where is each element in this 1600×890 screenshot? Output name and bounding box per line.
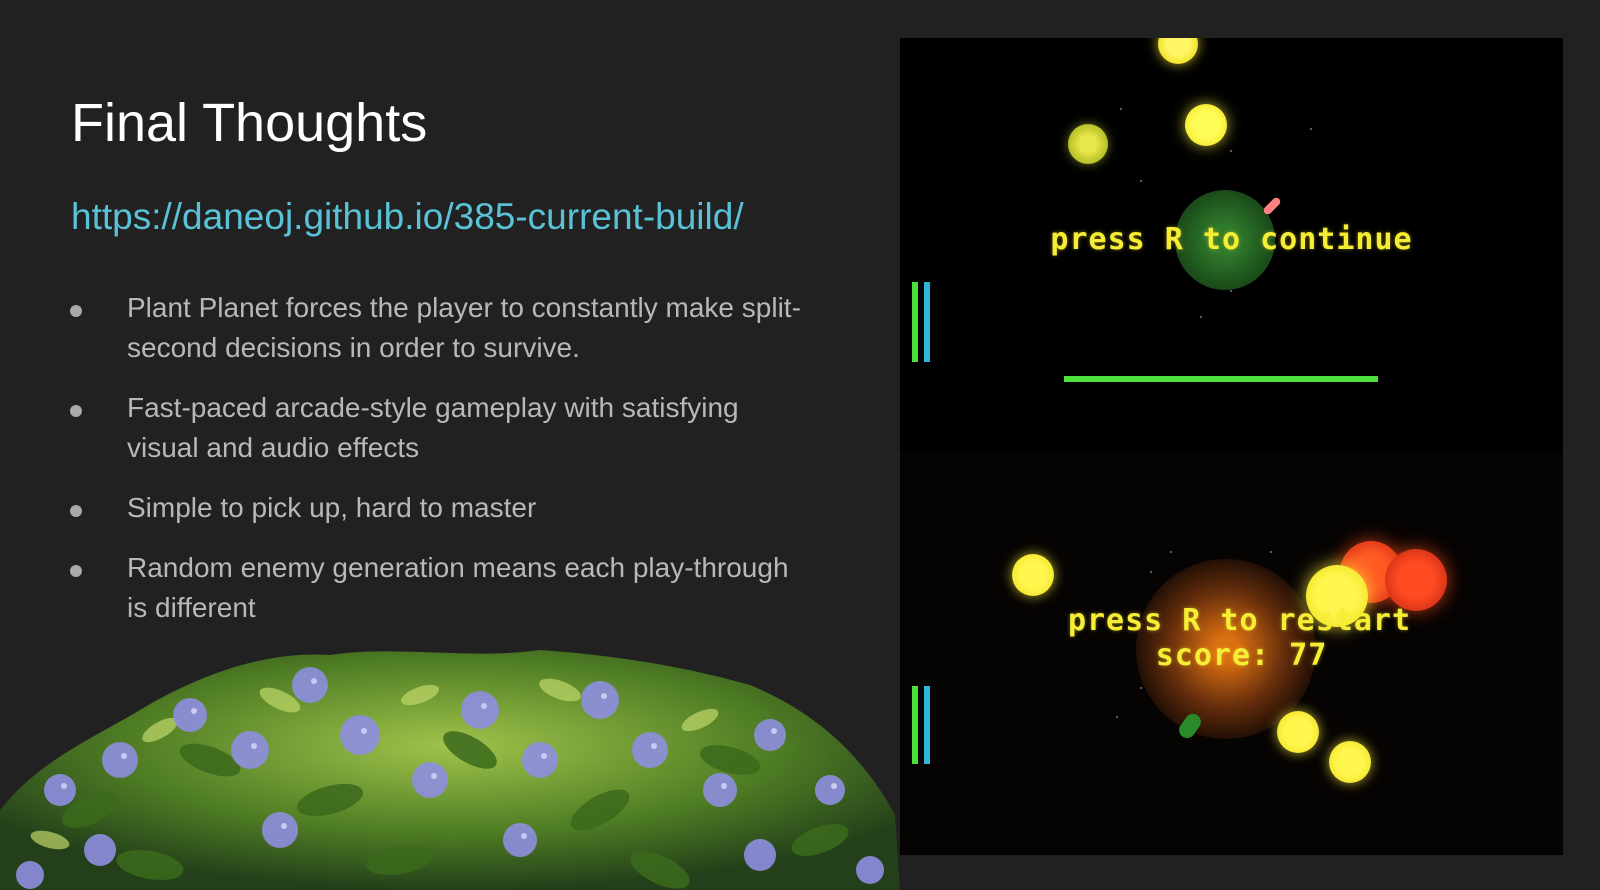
star: [1140, 687, 1142, 689]
star: [1230, 150, 1232, 152]
star: [1310, 128, 1312, 130]
star: [1270, 551, 1272, 553]
enemy-orb: [1012, 554, 1054, 596]
bullet-text: Fast-paced arcade-style gameplay with sa…: [127, 392, 739, 463]
game-screenshot-restart: press R to restart score: 77: [900, 451, 1563, 855]
star: [1230, 290, 1232, 292]
bullet-text: Simple to pick up, hard to master: [127, 492, 537, 523]
bullet-text: Plant Planet forces the player to consta…: [127, 292, 801, 363]
game-screenshot-continue: press R to continue: [900, 38, 1563, 451]
hydrangea-plant-image: [0, 650, 900, 890]
player-bar-blue: [924, 686, 930, 764]
star: [1140, 180, 1142, 182]
enemy-orb: [1068, 124, 1108, 164]
bullet-text: Random enemy generation means each play-…: [127, 552, 789, 623]
player-bar-blue: [924, 282, 930, 362]
bullet-dot-icon: [70, 565, 82, 577]
game-link[interactable]: https://daneoj.github.io/385-current-bui…: [71, 196, 744, 238]
bullet-dot-icon: [70, 405, 82, 417]
continue-message: press R to continue: [1050, 222, 1413, 257]
bullet-item: Simple to pick up, hard to master: [70, 488, 830, 528]
projectile: [1262, 196, 1282, 216]
star: [1116, 716, 1118, 718]
enemy-orb: [1277, 711, 1319, 753]
star: [1120, 108, 1122, 110]
bullet-item: Random enemy generation means each play-…: [70, 548, 830, 628]
bullet-item: Plant Planet forces the player to consta…: [70, 288, 830, 368]
bullet-list: Plant Planet forces the player to consta…: [70, 288, 830, 648]
enemy-orb-red: [1385, 549, 1447, 611]
bullet-dot-icon: [70, 305, 82, 317]
enemy-orb: [1185, 104, 1227, 146]
bullet-dot-icon: [70, 505, 82, 517]
enemy-orb: [1158, 38, 1198, 64]
enemy-orb: [1329, 741, 1371, 783]
player-bar-green: [912, 282, 918, 362]
player-bar-green: [912, 686, 918, 764]
star: [1200, 316, 1202, 318]
score-display: score: 77: [1155, 638, 1328, 673]
slide-title: Final Thoughts: [71, 93, 428, 153]
restart-message: press R to restart: [1067, 603, 1412, 638]
star: [1150, 571, 1152, 573]
ground-bar: [1064, 376, 1378, 382]
star: [1170, 551, 1172, 553]
bullet-item: Fast-paced arcade-style gameplay with sa…: [70, 388, 830, 468]
